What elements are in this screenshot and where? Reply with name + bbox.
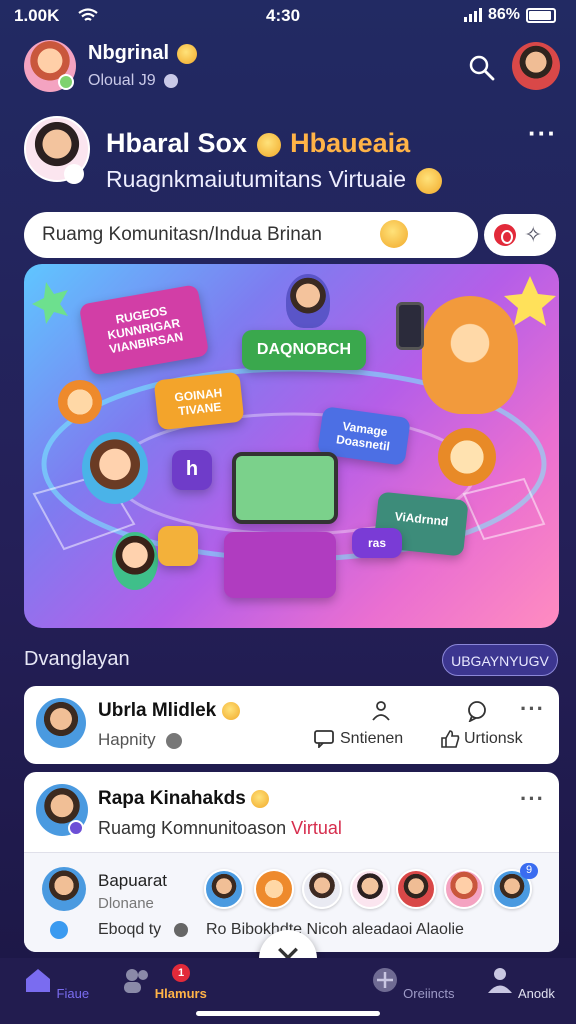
- post-author-name: Rapa Kinahakds: [98, 788, 246, 809]
- nav-label-home: Fiaue: [56, 986, 90, 1001]
- banner-card-yellow: [158, 526, 198, 566]
- share-icon[interactable]: [370, 700, 392, 722]
- banner-card-purple-small: h: [172, 450, 212, 490]
- member-avatar[interactable]: [254, 869, 294, 909]
- member-names: Ro Bibokhdte Nicoh aleadaoi Alaolie: [206, 921, 464, 938]
- nav-label-profile: Anodk: [518, 986, 555, 1001]
- home-icon: [25, 969, 50, 992]
- status-bar: 1.00K 4:30 86%: [0, 0, 576, 34]
- community-name: Bapuarat: [98, 871, 167, 890]
- location-icon: [164, 73, 179, 88]
- record-sparkle-pill[interactable]: ✧: [484, 214, 556, 256]
- post-author-name: Ubrla Mlidlek: [98, 700, 217, 721]
- nav-item-people[interactable]: 1 Hlamurs: [114, 964, 214, 1001]
- post-sub-accent: Virtual: [291, 818, 342, 838]
- comment-icon[interactable]: [466, 700, 488, 722]
- community-meta: Eboqd ty: [98, 921, 162, 938]
- banner-screen-green: [232, 452, 338, 524]
- community-dot-icon: [50, 921, 68, 939]
- nav-badge: 1: [172, 964, 190, 982]
- search-emoji-icon: [380, 220, 408, 248]
- member-avatar[interactable]: [350, 869, 390, 909]
- post-card[interactable]: Ubrla Mlidlek Hapnity ··· Sntienen Urtio…: [24, 686, 559, 764]
- lion-character: [438, 428, 496, 486]
- community-avatar[interactable]: [42, 867, 86, 911]
- girl-character: [82, 432, 148, 504]
- member-avatar[interactable]: [444, 869, 484, 909]
- post-more-icon[interactable]: ···: [520, 786, 545, 812]
- boy-character: [286, 274, 330, 328]
- member-avatar[interactable]: [396, 869, 436, 909]
- post-author-avatar[interactable]: [36, 698, 86, 748]
- home-indicator: [196, 1011, 380, 1016]
- nav-label-people: Hlamurs: [154, 986, 207, 1001]
- post-author-sub: Hapnity: [98, 730, 156, 749]
- record-icon[interactable]: [494, 224, 516, 246]
- nav-item-explore[interactable]: Oreiincts: [362, 966, 462, 1001]
- grin-emoji-icon: [251, 789, 270, 808]
- battery-icon: [526, 7, 556, 23]
- account-avatar[interactable]: [512, 42, 560, 90]
- community-search-bar[interactable]: Ruamg Komunitasn/Indua Brinan: [24, 212, 478, 258]
- message-icon: [314, 730, 334, 750]
- banner-card-violet: ras: [352, 528, 402, 558]
- nav-label-explore: Oreiincts: [403, 986, 455, 1001]
- smile-emoji-icon: [176, 43, 197, 64]
- post-author-badge-icon: [68, 820, 84, 836]
- wink-emoji-icon: [416, 167, 443, 194]
- search-icon[interactable]: [468, 54, 496, 82]
- search-text: Ruamg Komunitasn/Indua Brinan: [42, 224, 322, 245]
- post-more-icon[interactable]: ···: [520, 696, 545, 722]
- post-action-two[interactable]: Urtionsk: [440, 730, 523, 748]
- bear-character: [422, 296, 518, 414]
- people-icon: [124, 969, 149, 993]
- laugh-emoji-icon: [256, 132, 281, 157]
- sparkle-icon[interactable]: ✧: [524, 222, 542, 248]
- battery-percent: 86%: [487, 6, 520, 23]
- like-icon: [441, 730, 460, 748]
- compass-icon: [372, 968, 397, 992]
- nav-item-home[interactable]: Fiaue: [6, 966, 106, 1001]
- globe-icon: [166, 732, 183, 749]
- post-sub: Ruamg Komnunitoason: [98, 818, 287, 838]
- profile-subtitle: Ruagnkmaiutumitans Virtuaie: [106, 166, 407, 192]
- post-action-one[interactable]: Sntienen: [314, 730, 404, 750]
- sun-emoji-icon: [221, 701, 240, 720]
- kid-character: [112, 532, 158, 590]
- profile-title-accent: Hbaueaia: [290, 128, 411, 158]
- cell-signal-icon: [463, 8, 482, 22]
- more-options-icon[interactable]: ···: [528, 120, 557, 146]
- community-sub: Dlonane: [98, 895, 154, 912]
- wifi-icon: [78, 8, 98, 21]
- section-action-button[interactable]: UBGAYNYUGV: [442, 644, 558, 676]
- header-badge-icon: [58, 74, 74, 90]
- banner-card-orange: GOINAH TIVANE: [153, 371, 245, 431]
- community-banner-image[interactable]: RUGEOS KUNNRIGAR VIANBIRSAN GOINAH TIVAN…: [24, 264, 559, 628]
- nav-item-profile[interactable]: Anodk: [470, 966, 570, 1001]
- header-name: Nbgrinal: [88, 42, 170, 64]
- profile-icon: [488, 968, 513, 993]
- member-avatar[interactable]: [302, 869, 342, 909]
- profile-badge-icon: [64, 164, 84, 184]
- header-subtitle: Oloual J9: [88, 72, 156, 89]
- profile-title: Hbaral Sox: [106, 128, 248, 158]
- section-label: Dvanglayan: [24, 648, 130, 670]
- member-count-badge: 9: [520, 863, 538, 879]
- banner-card-green: DAQNOBCH: [242, 330, 366, 370]
- post-action-one-label: Sntienen: [340, 730, 404, 748]
- globe-icon: [173, 922, 188, 937]
- member-avatar[interactable]: [204, 869, 244, 909]
- banner-card-magenta: [224, 532, 336, 598]
- post-action-two-label: Urtionsk: [464, 730, 523, 748]
- signal-text: 1.00K: [14, 6, 60, 25]
- clock: 4:30: [266, 6, 301, 25]
- fox-character: [58, 380, 102, 424]
- phone-illustration: [396, 302, 424, 350]
